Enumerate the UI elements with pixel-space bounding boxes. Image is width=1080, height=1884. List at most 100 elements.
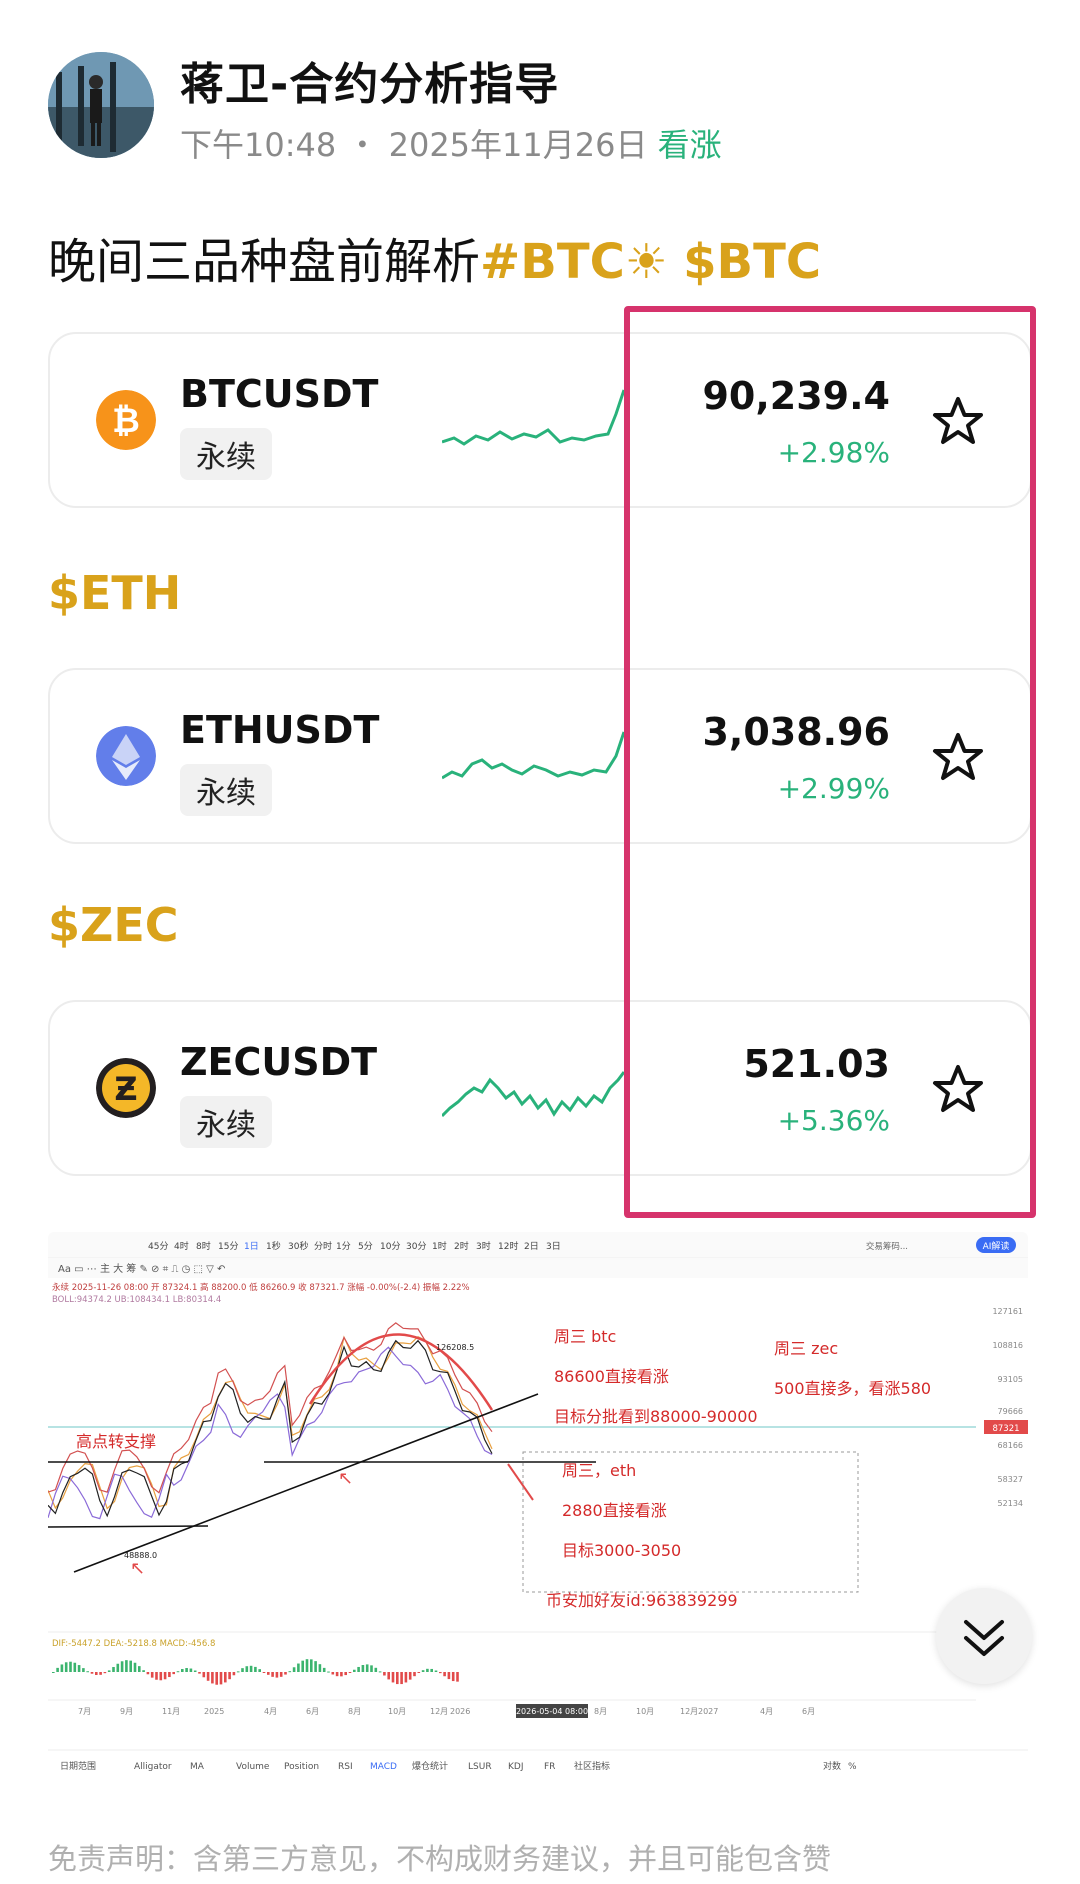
macd-bar: [95, 1672, 98, 1676]
macd-bar: [163, 1672, 167, 1680]
contract-type-badge: 永续: [180, 1096, 272, 1148]
timeframe-1[interactable]: 4时: [174, 1240, 189, 1252]
timeframe-16[interactable]: 2日: [524, 1241, 539, 1252]
macd-bar: [344, 1672, 347, 1676]
boll-info: BOLL:94374.2 UB:108434.1 LB:80314.4: [52, 1295, 221, 1305]
macd-bar: [327, 1671, 330, 1673]
macd-bar: [86, 1671, 89, 1673]
time-axis-label: 2025: [204, 1707, 224, 1716]
indicator-tab[interactable]: MACD: [370, 1762, 397, 1772]
indicator-tab[interactable]: %: [848, 1762, 857, 1772]
macd-bar: [181, 1669, 184, 1672]
cashtag-eth[interactable]: $ETH: [48, 566, 181, 620]
macd-bar: [297, 1663, 300, 1672]
timeframe-8[interactable]: 1分: [336, 1241, 351, 1252]
macd-bar: [254, 1666, 257, 1672]
indicator-tab[interactable]: 爆仓统计: [412, 1760, 448, 1772]
title-text: 晚间三品种盘前解析: [48, 234, 481, 290]
macd-bar: [107, 1670, 111, 1672]
macd-bar: [275, 1672, 279, 1678]
eth-note-2: 目标3000-3050: [562, 1541, 681, 1560]
timeframe-7[interactable]: 分时: [314, 1240, 332, 1252]
macd-bar: [56, 1667, 59, 1672]
macd-bar: [120, 1661, 124, 1672]
arrow-icon: ↖: [130, 1558, 145, 1579]
time-axis-label: 12月: [680, 1707, 698, 1716]
macd-bar: [69, 1661, 72, 1672]
timeframe-0[interactable]: 45分: [148, 1241, 168, 1252]
cashtag-btc[interactable]: $BTC: [683, 234, 821, 290]
timeframe-9[interactable]: 5分: [358, 1241, 373, 1252]
timeframe-11[interactable]: 30分: [406, 1241, 426, 1252]
ticker-symbol: ETHUSDT: [180, 708, 380, 752]
timeframe-13[interactable]: 2时: [454, 1240, 469, 1252]
time-axis-label: 6月: [802, 1707, 815, 1716]
time-axis-label: 2027: [698, 1707, 718, 1716]
macd-bar: [383, 1672, 386, 1676]
sparkline: [442, 1071, 624, 1118]
indicator-tab[interactable]: RSI: [338, 1762, 353, 1772]
author-avatar[interactable]: [48, 52, 154, 158]
timeframe-4[interactable]: 1日: [244, 1241, 259, 1252]
indicator-tab[interactable]: 对数: [823, 1760, 841, 1772]
macd-bar: [206, 1672, 210, 1681]
ticker-symbol: BTCUSDT: [180, 372, 379, 416]
hashtag-btc[interactable]: #BTC☀: [480, 234, 668, 290]
macd-bar: [439, 1672, 442, 1674]
macd-bar: [202, 1672, 206, 1678]
timeframe-10[interactable]: 10分: [380, 1241, 400, 1252]
indicator-tab[interactable]: 社区指标: [574, 1760, 610, 1772]
macd-bar: [116, 1663, 120, 1672]
author-name[interactable]: 蒋卫-合约分析指导: [180, 48, 559, 112]
price-axis-label: 93105: [998, 1375, 1023, 1384]
scroll-down-button[interactable]: [936, 1588, 1032, 1684]
indicator-tab[interactable]: LSUR: [468, 1762, 492, 1772]
post-meta: 下午10:48 ・ 2025年11月26日 看涨: [180, 120, 722, 166]
macd-bar: [99, 1672, 102, 1675]
meta-separator: ・: [346, 126, 379, 164]
chart-screenshot[interactable]: 45分 4时 8时 15分 1日 1秒 30秒 分时 1分 5分 10分 30分 1时 2时 3时 12时 2日…: [48, 1232, 1028, 1782]
macd-bar: [370, 1665, 373, 1672]
macd-bar: [129, 1660, 132, 1672]
timeframe-6[interactable]: 30秒: [288, 1240, 308, 1252]
timeframe-15[interactable]: 12时: [498, 1240, 518, 1252]
indicator-tab[interactable]: 日期范围: [60, 1760, 96, 1772]
macd-bar: [348, 1672, 352, 1673]
support-line: [48, 1525, 209, 1528]
macd-bar: [305, 1659, 309, 1672]
timeframe-12[interactable]: 1时: [432, 1240, 447, 1252]
macd-bar: [292, 1667, 296, 1672]
macd-info: DIF:-5447.2 DEA:-5218.8 MACD:-456.8: [52, 1639, 215, 1649]
timeframe-14[interactable]: 3时: [476, 1240, 491, 1252]
contract-type-badge: 永续: [180, 764, 272, 816]
price-axis-label: 52134: [998, 1499, 1023, 1508]
macd-bar: [198, 1672, 201, 1674]
time-axis-label: 4月: [760, 1707, 773, 1716]
macd-bar: [318, 1664, 322, 1672]
indicator-tab[interactable]: Alligator: [134, 1762, 172, 1772]
indicator-tab[interactable]: KDJ: [508, 1762, 524, 1772]
indicator-tab[interactable]: FR: [544, 1762, 555, 1772]
exchange-label: 交易筹码...: [866, 1241, 908, 1252]
indicator-tab[interactable]: MA: [190, 1762, 205, 1772]
time-axis-label: 10月: [388, 1707, 406, 1716]
macd-bar: [314, 1661, 317, 1672]
timeframe-3[interactable]: 15分: [218, 1241, 238, 1252]
indicator-tab[interactable]: Volume: [236, 1762, 270, 1772]
sentiment-badge: 看涨: [657, 126, 722, 164]
macd-bar: [155, 1672, 158, 1680]
cashtag-zec[interactable]: $ZEC: [48, 898, 179, 952]
low-label: 48888.0: [124, 1551, 157, 1560]
macd-bar: [77, 1665, 81, 1672]
zcash-icon: Ƶ: [96, 1058, 156, 1118]
timeframe-5[interactable]: 1秒: [266, 1240, 281, 1252]
time-axis-label: 2026: [450, 1707, 470, 1716]
macd-bar: [456, 1672, 459, 1682]
macd-bar: [426, 1668, 429, 1672]
timeframe-2[interactable]: 8时: [196, 1240, 211, 1252]
macd-bar: [90, 1672, 94, 1674]
macd-bar: [396, 1672, 399, 1685]
time-axis-label: 8月: [348, 1707, 361, 1716]
timeframe-17[interactable]: 3日: [546, 1241, 561, 1252]
indicator-tab[interactable]: Position: [284, 1762, 319, 1772]
